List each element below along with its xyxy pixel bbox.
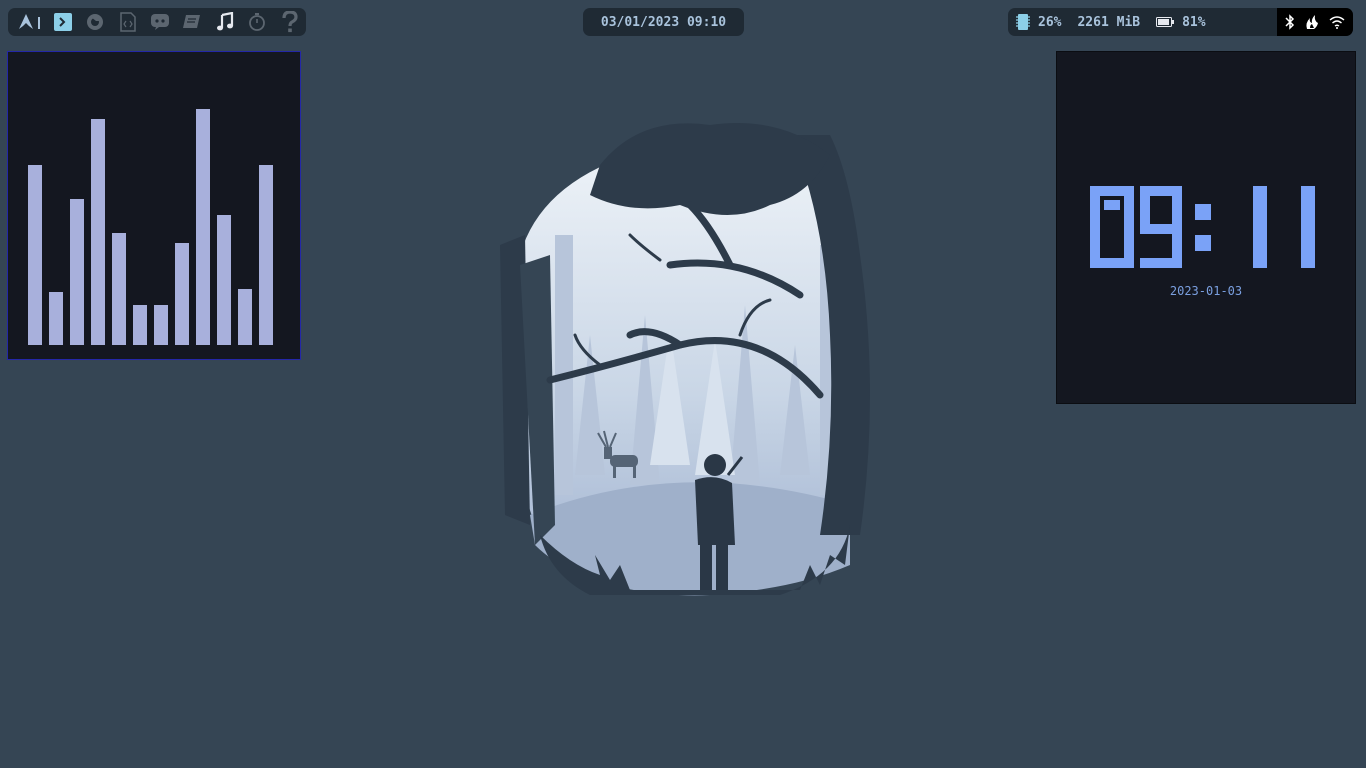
visualizer-bar — [217, 215, 231, 345]
clock-colon — [1195, 204, 1211, 251]
battery-icon — [1156, 17, 1175, 27]
book-icon — [183, 15, 201, 28]
workspace-stopwatch[interactable] — [241, 8, 273, 36]
workspace-book[interactable] — [176, 8, 208, 36]
question-mark-icon — [282, 11, 298, 33]
clock-time-display — [1090, 186, 1315, 268]
visualizer-bar — [259, 165, 273, 345]
workspace-music[interactable] — [209, 8, 241, 36]
visualizer-bar — [49, 292, 63, 345]
clock-digit-0 — [1090, 186, 1134, 268]
datetime-module[interactable]: 03/01/2023 09:10 — [583, 8, 744, 36]
visualizer-bar — [238, 289, 252, 345]
audio-visualizer-widget — [7, 51, 301, 360]
clock-digit-1b — [1301, 186, 1315, 268]
clock-date: 2023-01-03 — [1169, 284, 1243, 298]
music-note-icon — [216, 12, 233, 31]
cpu-module[interactable]: 26% — [1016, 13, 1061, 31]
system-tray — [1277, 8, 1353, 36]
visualizer-bar — [175, 243, 189, 345]
workspace-terminal[interactable] — [46, 8, 78, 36]
workspace-bar — [8, 8, 306, 36]
visualizer-bar — [196, 109, 210, 345]
workspace-discord[interactable] — [144, 8, 176, 36]
memory-usage: 2261 MiB — [1077, 14, 1141, 30]
flame-icon[interactable] — [1304, 14, 1320, 30]
battery-level: 81% — [1182, 14, 1206, 30]
clock-widget: 2023-01-03 — [1056, 51, 1356, 404]
clock-digit-1a — [1253, 186, 1267, 268]
system-status-bar: 26% 2261 MiB 81% — [1008, 8, 1353, 36]
visualizer-bar — [133, 305, 147, 345]
code-file-icon — [119, 12, 136, 32]
workspace-help[interactable] — [274, 8, 306, 36]
workspace-code[interactable] — [111, 8, 143, 36]
visualizer-bar — [154, 305, 168, 345]
wifi-icon[interactable] — [1329, 15, 1345, 29]
clock-digit-9 — [1140, 186, 1182, 268]
cpu-chip-icon — [1016, 14, 1030, 30]
firefox-icon — [87, 14, 104, 30]
wallpaper-forest-illustration — [500, 123, 870, 596]
datetime-label: 03/01/2023 09:10 — [600, 14, 727, 30]
battery-module[interactable]: 81% — [1156, 14, 1206, 30]
memory-module[interactable]: 2261 MiB — [1077, 15, 1140, 30]
visualizer-bar — [28, 165, 42, 345]
discord-icon — [150, 14, 169, 30]
bluetooth-icon[interactable] — [1285, 14, 1295, 30]
stopwatch-icon — [249, 13, 266, 31]
arch-logo-icon — [19, 14, 41, 29]
workspace-firefox[interactable] — [79, 8, 111, 36]
visualizer-bar — [112, 233, 126, 345]
workspace-arch[interactable] — [14, 8, 46, 36]
terminal-icon — [53, 13, 72, 31]
visualizer-bar — [70, 199, 84, 345]
visualizer-bar — [91, 119, 105, 345]
cpu-usage: 26% — [1038, 14, 1062, 30]
